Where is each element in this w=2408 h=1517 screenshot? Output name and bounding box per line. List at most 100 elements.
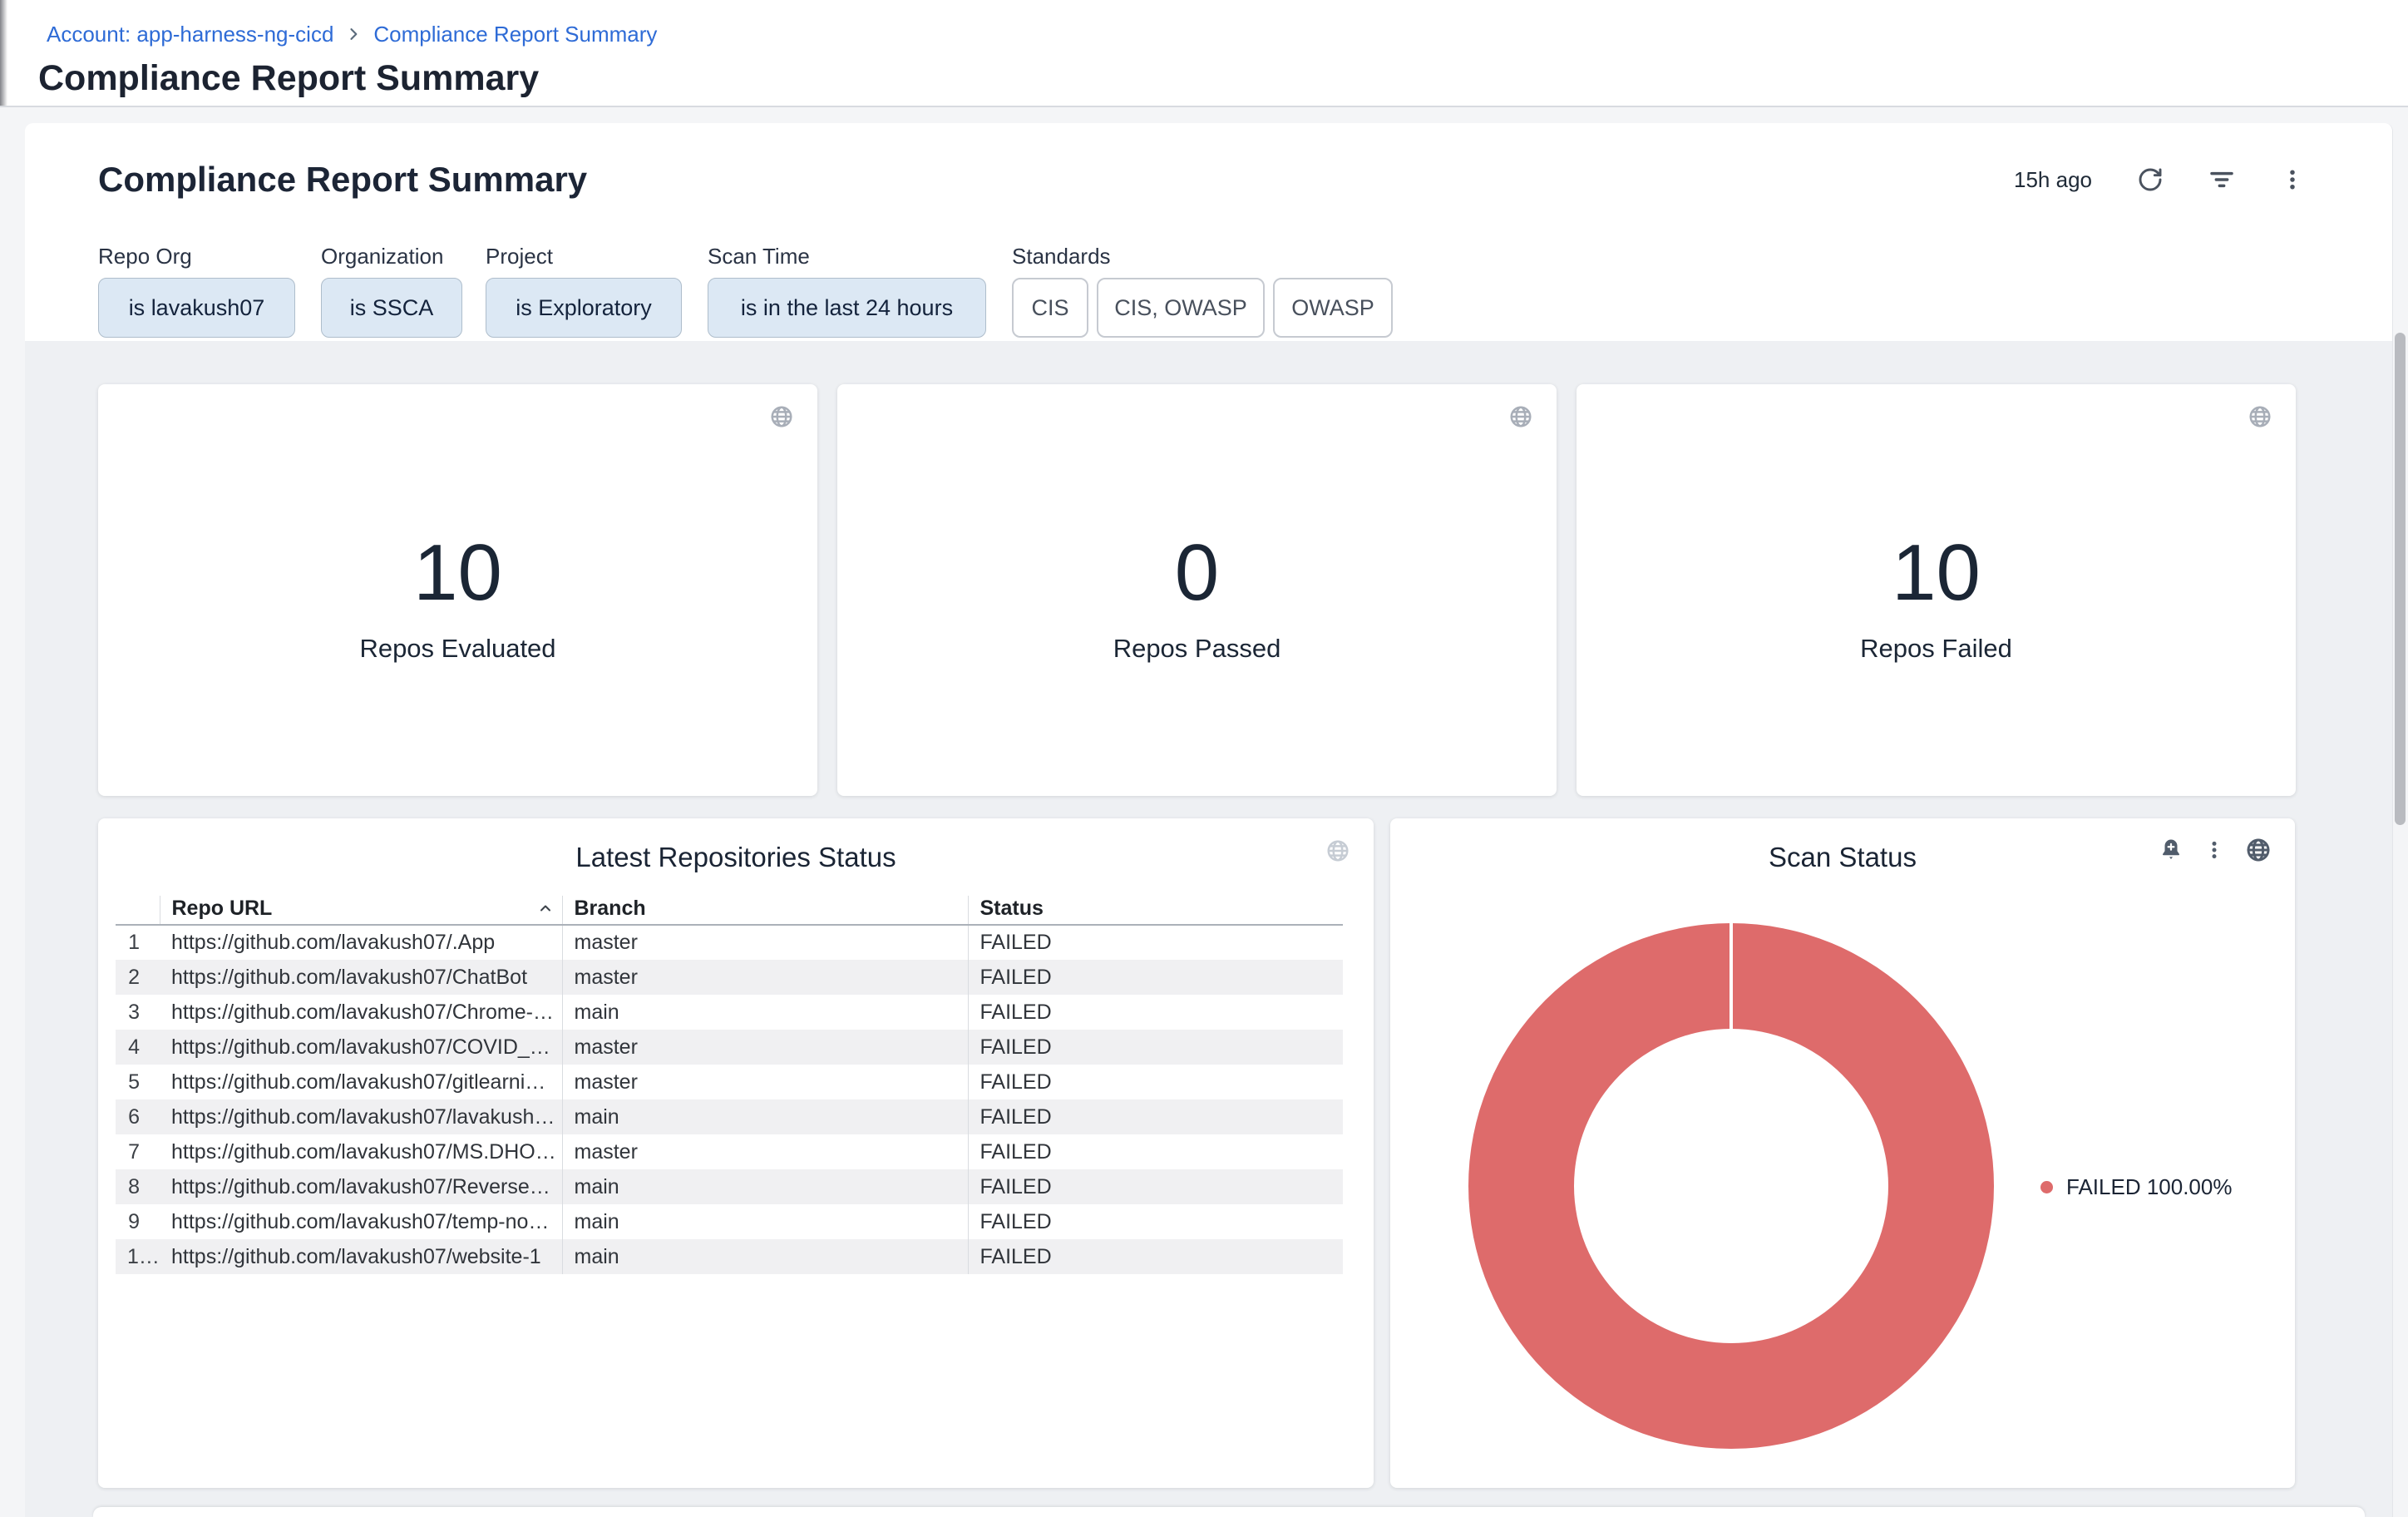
standards-option-cis-owasp[interactable]: CIS, OWASP [1097, 278, 1265, 338]
row-number: 4 [116, 1030, 160, 1065]
cell-branch: master [562, 1065, 968, 1099]
column-header-repo-url[interactable]: Repo URL [160, 896, 562, 925]
latest-repositories-card: Latest Repositories Status [98, 818, 1374, 1488]
standards-option-owasp[interactable]: OWASP [1273, 278, 1393, 338]
globe-icon[interactable] [2248, 404, 2272, 433]
dashboard-title: Compliance Report Summary [98, 160, 587, 200]
row-number: 7 [116, 1134, 160, 1169]
filter-chip-project[interactable]: is Exploratory [486, 278, 682, 338]
table-row: 6https://github.com/lavakush07/lavakush…… [116, 1099, 1343, 1134]
stat-card-repos-evaluated: 10 Repos Evaluated [98, 384, 817, 796]
stat-value: 10 [98, 529, 817, 617]
row-number: 3 [116, 995, 160, 1030]
row-number: 2 [116, 960, 160, 995]
cell-repo-url: https://github.com/lavakush07/gitlearni… [160, 1065, 562, 1099]
cell-branch: main [562, 995, 968, 1030]
cell-branch: master [562, 960, 968, 995]
cell-status: FAILED [968, 1204, 1343, 1239]
filter-chip-repo-org[interactable]: is lavakush07 [98, 278, 295, 338]
globe-icon[interactable] [1325, 838, 1350, 867]
filter-organization: Organization is SSCA [321, 244, 443, 269]
filter-label: Repo Org [98, 244, 192, 269]
cell-branch: main [562, 1099, 968, 1134]
cell-repo-url: https://github.com/lavakush07/lavakush… [160, 1099, 562, 1134]
cell-repo-url: https://github.com/lavakush07/COVID_T… [160, 1030, 562, 1065]
globe-icon[interactable] [2245, 837, 2272, 863]
filter-label: Organization [321, 244, 443, 269]
filter-label: Project [486, 244, 553, 269]
filter-icon[interactable] [2208, 166, 2235, 193]
filter-chip-scan-time[interactable]: is in the last 24 hours [708, 278, 986, 338]
cell-status: FAILED [968, 1169, 1343, 1204]
cell-status: FAILED [968, 1239, 1343, 1274]
cell-branch: master [562, 1134, 968, 1169]
filter-chip-organization[interactable]: is SSCA [321, 278, 462, 338]
scan-card-icons [2159, 837, 2272, 863]
table-row: 9https://github.com/lavakush07/temp-no…m… [116, 1204, 1343, 1239]
row-number: 6 [116, 1099, 160, 1134]
table-row: 1https://github.com/lavakush07/.Appmaste… [116, 925, 1343, 960]
page-title: Compliance Report Summary [38, 57, 539, 100]
compliance-report-screen: Account: app-harness-ng-cicd Compliance … [0, 0, 2408, 1517]
last-refreshed-label: 15h ago [2014, 167, 2092, 193]
table-row: 2https://github.com/lavakush07/ChatBotma… [116, 960, 1343, 995]
filter-scan-time: Scan Time is in the last 24 hours [708, 244, 810, 269]
row-number: 10 [116, 1239, 160, 1274]
repos-table-title: Latest Repositories Status [98, 842, 1374, 873]
cell-status: FAILED [968, 1030, 1343, 1065]
row-number: 8 [116, 1169, 160, 1204]
column-header-branch[interactable]: Branch [562, 896, 968, 925]
left-edge-shadow [0, 0, 7, 106]
row-number-header [116, 896, 160, 925]
breadcrumb-current-link[interactable]: Compliance Report Summary [373, 22, 657, 47]
breadcrumb: Account: app-harness-ng-cicd Compliance … [47, 22, 657, 47]
cell-repo-url: https://github.com/lavakush07/MS.DHO… [160, 1134, 562, 1169]
cell-branch: main [562, 1239, 968, 1274]
table-row: 4https://github.com/lavakush07/COVID_T…m… [116, 1030, 1343, 1065]
cell-branch: main [562, 1169, 968, 1204]
table-row: 8https://github.com/lavakush07/Reverse-…… [116, 1169, 1343, 1204]
table-row: 5https://github.com/lavakush07/gitlearni… [116, 1065, 1343, 1099]
filter-label: Standards [1012, 244, 1111, 269]
filter-standards: Standards CIS CIS, OWASP OWASP [1012, 244, 1111, 269]
repos-table-body: 1https://github.com/lavakush07/.Appmaste… [116, 925, 1343, 1274]
stat-card-repos-passed: 0 Repos Passed [837, 384, 1557, 796]
cell-status: FAILED [968, 995, 1343, 1030]
scan-status-card: Scan Status [1390, 818, 2295, 1488]
chart-legend: FAILED 100.00% [2040, 1174, 2232, 1200]
kebab-menu-icon[interactable] [2203, 839, 2225, 861]
column-header-status[interactable]: Status [968, 896, 1343, 925]
filter-repo-org: Repo Org is lavakush07 [98, 244, 192, 269]
stat-label: Repos Passed [837, 634, 1557, 664]
repos-table: Repo URL Branch Status 1https://github.c… [116, 896, 1343, 1274]
globe-icon[interactable] [1508, 404, 1533, 433]
cell-status: FAILED [968, 1134, 1343, 1169]
table-row: 10https://github.com/lavakush07/website-… [116, 1239, 1343, 1274]
vertical-scrollbar-thumb[interactable] [2395, 333, 2406, 825]
refresh-icon[interactable] [2137, 166, 2164, 193]
donut-slice-divider [1730, 923, 1733, 1030]
row-number: 5 [116, 1065, 160, 1099]
standards-options: CIS CIS, OWASP OWASP [1012, 278, 1393, 338]
stat-card-repos-failed: 10 Repos Failed [1577, 384, 2296, 796]
cell-branch: main [562, 1204, 968, 1239]
scan-status-donut-chart[interactable] [1468, 923, 1994, 1449]
dashboard-controls: 15h ago [2014, 163, 2305, 196]
cell-branch: master [562, 925, 968, 960]
globe-icon[interactable] [769, 404, 794, 433]
cell-status: FAILED [968, 925, 1343, 960]
stat-value: 10 [1577, 529, 2296, 617]
cell-repo-url: https://github.com/lavakush07/temp-no… [160, 1204, 562, 1239]
dashboard-header: Compliance Report Summary 15h ago [25, 123, 2393, 341]
kebab-menu-icon[interactable] [2280, 167, 2305, 192]
filter-project: Project is Exploratory [486, 244, 553, 269]
table-row: 3https://github.com/lavakush07/Chrome-…m… [116, 995, 1343, 1030]
cell-repo-url: https://github.com/lavakush07/Chrome-… [160, 995, 562, 1030]
cell-repo-url: https://github.com/lavakush07/ChatBot [160, 960, 562, 995]
alert-bell-icon[interactable] [2159, 838, 2183, 862]
breadcrumb-account-link[interactable]: Account: app-harness-ng-cicd [47, 22, 333, 47]
legend-dot [2040, 1181, 2053, 1193]
stat-label: Repos Evaluated [98, 634, 817, 664]
cell-status: FAILED [968, 960, 1343, 995]
standards-option-cis[interactable]: CIS [1012, 278, 1088, 338]
